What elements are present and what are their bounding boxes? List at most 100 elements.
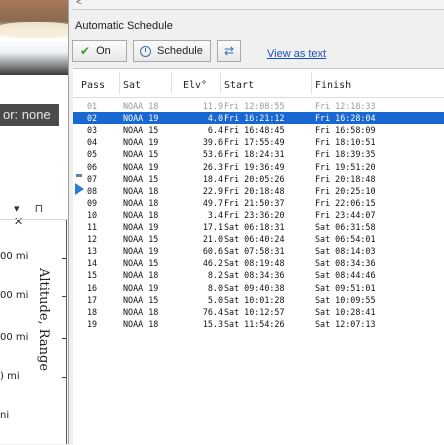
cell-finish: Sat 08:14:03 <box>315 246 376 257</box>
cell-start: Sat 08:34:36 <box>224 270 285 281</box>
cell-start: Fri 23:36:20 <box>224 209 285 220</box>
cell-finish: Fri 20:25:10 <box>315 185 376 196</box>
cell-elv: 21.0 <box>202 234 223 245</box>
table-row[interactable]: 02 NOAA 19 4.0 Fri 16:21:12 Fri 16:28:04 <box>73 112 444 125</box>
cell-elv: 60.6 <box>202 246 223 257</box>
on-toggle-button[interactable]: ✔ On <box>72 40 127 62</box>
cell-elv: 46.2 <box>202 258 223 269</box>
table-row[interactable]: 17 NOAA 15 5.0 Sat 10:01:28 Sat 10:09:55 <box>73 294 444 306</box>
cell-finish: Sat 08:34:36 <box>315 258 376 269</box>
cell-sat: NOAA 18 <box>123 101 159 111</box>
cell-start: Sat 10:01:28 <box>224 294 285 305</box>
cell-elv: 15.3 <box>202 318 223 329</box>
cell-pass: 13 <box>87 246 98 257</box>
column-header-start[interactable]: Start <box>224 80 254 91</box>
refresh-button[interactable]: ⇄ <box>217 40 241 62</box>
cell-elv: 18.4 <box>202 173 223 184</box>
cell-start: Sat 06:18:31 <box>224 222 285 232</box>
table-row[interactable]: 08 NOAA 18 22.9 Fri 20:18:48 Fri 20:25:10 <box>73 185 444 197</box>
column-header-sat[interactable]: Sat <box>123 80 141 91</box>
schedule-button[interactable]: Schedule <box>133 40 211 62</box>
cell-sat: NOAA 19 <box>123 113 159 124</box>
cell-finish: Fri 22:06:15 <box>315 197 376 208</box>
table-row[interactable]: 07 NOAA 15 18.4 Fri 20:05:26 Fri 20:18:48 <box>73 173 444 185</box>
cell-finish: Fri 18:10:51 <box>315 137 376 148</box>
cell-finish: Fri 20:18:48 <box>315 173 376 184</box>
table-row[interactable]: 10 NOAA 18 3.4 Fri 23:36:20 Fri 23:44:07 <box>73 209 444 221</box>
axis-tick: ni <box>0 410 10 421</box>
cell-finish: Fri 16:28:04 <box>315 113 376 124</box>
cell-start: Sat 07:58:31 <box>224 246 285 257</box>
cell-elv: 22.9 <box>202 185 223 196</box>
axis-tick: 00 mi <box>0 290 29 301</box>
table-header: Pass Sat Elv° Start Finish <box>73 69 444 98</box>
table-row[interactable]: 16 NOAA 19 8.0 Sat 09:40:38 Sat 09:51:01 <box>73 282 444 294</box>
cell-sat: NOAA 15 <box>123 258 159 269</box>
pass-table: Pass Sat Elv° Start Finish 01 NOAA 18 11.9… <box>73 68 444 445</box>
axis-tick: 00 mi <box>0 332 29 343</box>
schedule-panel: < Automatic Schedule ✔ On Schedule ⇄ Vie… <box>68 0 444 445</box>
cell-start: Fri 19:36:49 <box>224 161 285 172</box>
table-row[interactable]: 13 NOAA 19 60.6 Sat 07:58:31 Sat 08:14:03 <box>73 245 444 257</box>
cell-sat: NOAA 19 <box>123 246 159 257</box>
column-header-elevation[interactable]: Elv° <box>183 80 207 91</box>
cell-finish: Sat 06:31:58 <box>315 222 376 232</box>
cell-sat: NOAA 15 <box>123 234 159 245</box>
cell-pass: 09 <box>87 197 98 208</box>
on-label: On <box>96 45 111 57</box>
table-row[interactable]: 14 NOAA 15 46.2 Sat 08:19:48 Sat 08:34:36 <box>73 257 444 269</box>
cell-elv: 8.2 <box>207 270 223 281</box>
table-row[interactable]: 05 NOAA 15 53.6 Fri 18:24:31 Fri 18:39:35 <box>73 148 444 160</box>
left-panel: or: none ▾ ⊓ ✕ 00 mi 00 mi 00 mi ) mi ni… <box>0 0 68 444</box>
table-row[interactable]: 15 NOAA 18 8.2 Sat 08:34:36 Sat 08:44:46 <box>73 269 444 281</box>
cell-elv: 6.4 <box>207 125 223 136</box>
cell-pass: 19 <box>87 318 98 329</box>
cell-sat: NOAA 18 <box>123 197 159 208</box>
table-row[interactable]: 06 NOAA 19 26.3 Fri 19:36:49 Fri 19:51:20 <box>73 161 444 173</box>
cell-start: Fri 21:50:37 <box>224 197 285 208</box>
refresh-icon: ⇄ <box>223 44 235 58</box>
color-label: or: none <box>0 104 59 126</box>
cell-finish: Sat 08:44:46 <box>315 270 376 281</box>
table-row[interactable]: 04 NOAA 19 39.6 Fri 17:55:49 Fri 18:10:51 <box>73 136 444 148</box>
panel-divider <box>0 219 68 220</box>
cell-sat: NOAA 19 <box>123 222 159 232</box>
cell-finish: Sat 10:09:55 <box>315 294 376 305</box>
cell-finish: Fri 12:18:33 <box>315 101 376 111</box>
axis-title: Altitude, Range <box>36 268 51 372</box>
table-row[interactable]: 01 NOAA 18 11.9 Fri 12:08:55 Fri 12:18:33 <box>73 100 444 112</box>
scroll-left-icon[interactable]: < <box>76 0 82 8</box>
cell-pass: 05 <box>87 149 98 160</box>
table-row[interactable]: 12 NOAA 15 21.0 Sat 06:40:24 Sat 06:54:01 <box>73 233 444 245</box>
cell-pass: 12 <box>87 234 98 245</box>
cell-finish: Sat 12:07:13 <box>315 318 376 329</box>
horizontal-scrollbar[interactable]: < <box>73 0 444 10</box>
group-title: Automatic Schedule <box>75 20 173 32</box>
panel-controls[interactable]: ▾ ⊓ ✕ <box>14 202 68 228</box>
cell-pass: 15 <box>87 270 98 281</box>
cell-sat: NOAA 18 <box>123 270 159 281</box>
cell-finish: Fri 16:58:09 <box>315 125 376 136</box>
cell-elv: 8.0 <box>207 282 223 293</box>
table-row[interactable]: 03 NOAA 15 6.4 Fri 16:48:45 Fri 16:58:09 <box>73 124 444 136</box>
cell-start: Sat 06:40:24 <box>224 234 285 245</box>
table-row[interactable]: 18 NOAA 18 76.4 Sat 10:12:57 Sat 10:28:41 <box>73 306 444 318</box>
cell-sat: NOAA 19 <box>123 137 159 148</box>
table-row[interactable]: 11 NOAA 19 17.1 Sat 06:18:31 Sat 06:31:58 <box>73 221 444 233</box>
cell-start: Fri 20:18:48 <box>224 185 285 196</box>
view-as-text-link[interactable]: View as text <box>267 48 326 60</box>
cell-pass: 17 <box>87 294 98 305</box>
table-row[interactable]: 19 NOAA 18 15.3 Sat 11:54:26 Sat 12:07:13 <box>73 318 444 330</box>
column-header-finish[interactable]: Finish <box>315 80 351 91</box>
cell-elv: 5.0 <box>207 294 223 305</box>
cell-elv: 4.0 <box>207 113 223 124</box>
table-row[interactable]: 09 NOAA 18 49.7 Fri 21:50:37 Fri 22:06:15 <box>73 197 444 209</box>
cell-finish: Sat 10:28:41 <box>315 306 376 317</box>
cell-start: Fri 16:48:45 <box>224 125 285 136</box>
cell-pass: 18 <box>87 306 98 317</box>
cell-pass: 03 <box>87 125 98 136</box>
cell-elv: 76.4 <box>202 306 223 317</box>
cell-pass: 14 <box>87 258 98 269</box>
column-header-pass[interactable]: Pass <box>81 80 105 91</box>
cell-start: Fri 12:08:55 <box>224 101 285 111</box>
